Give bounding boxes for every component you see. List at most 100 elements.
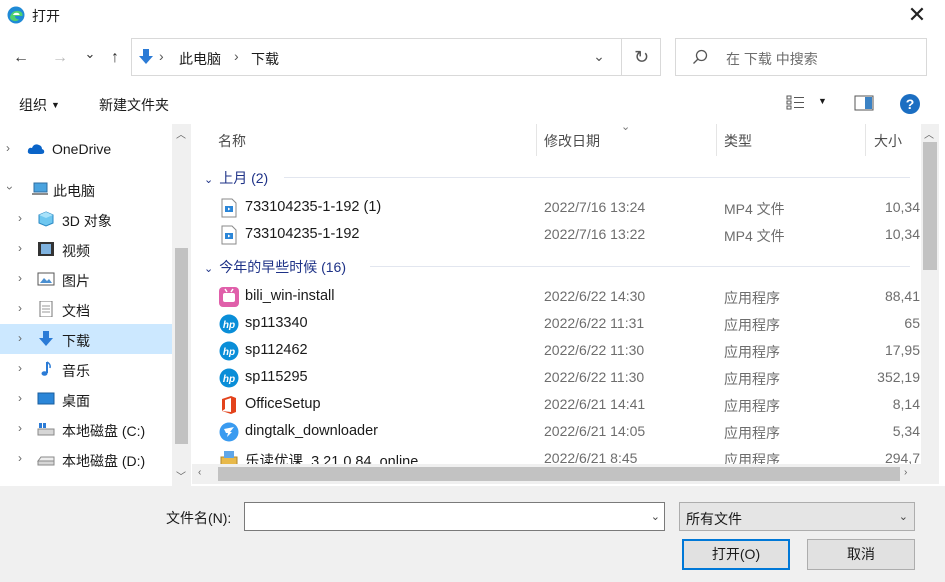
file-row[interactable]: bili_win-install 2022/6/22 14:30 应用程序 88… — [192, 283, 921, 310]
svg-text:hp: hp — [223, 347, 235, 358]
chevron-right-icon[interactable]: › — [18, 391, 22, 405]
tree-item-local-disk-d[interactable]: › 本地磁盘 (D:) — [0, 444, 172, 474]
file-size: 352,19 — [877, 369, 920, 385]
tree-item-documents[interactable]: › 文档 — [0, 294, 172, 324]
chevron-right-icon[interactable]: › — [18, 241, 22, 255]
file-name: OfficeSetup — [245, 396, 321, 412]
filename-input[interactable] — [245, 503, 635, 530]
drive-windows-icon — [37, 423, 55, 436]
tree-item-this-pc[interactable]: › 此电脑 — [0, 174, 172, 204]
group-header-earlier-this-year[interactable]: ⌄ 今年的早些时候 (16) — [204, 257, 346, 277]
tree-item-music[interactable]: › 音乐 — [0, 354, 172, 384]
cloud-icon — [27, 144, 45, 154]
chevron-down-icon[interactable]: ⌄ — [651, 510, 660, 523]
chevron-down-icon[interactable]: › — [3, 186, 17, 190]
chevron-right-icon[interactable]: › — [18, 451, 22, 465]
file-date: 2022/6/22 11:30 — [544, 369, 645, 385]
scroll-up-icon[interactable]: ︿ — [176, 126, 186, 141]
search-icon — [693, 49, 708, 64]
file-size: 65 — [904, 315, 920, 331]
scrollbar-thumb[interactable] — [218, 467, 900, 481]
refresh-button[interactable]: ↻ — [621, 39, 661, 75]
chevron-right-icon[interactable]: › — [18, 301, 22, 315]
file-name: 733104235-1-192 (1) — [245, 199, 382, 215]
navigation-pane-scrollbar[interactable]: ︿ ﹀ — [172, 124, 191, 486]
tree-item-videos[interactable]: › 视频 — [0, 234, 172, 264]
file-name: sp112462 — [245, 342, 308, 358]
chevron-down-icon[interactable]: ⌄ — [899, 510, 908, 523]
picture-icon — [37, 272, 55, 286]
filename-combobox[interactable]: ⌄ — [244, 502, 665, 531]
chevron-right-icon[interactable]: › — [18, 271, 22, 285]
file-row[interactable]: OfficeSetup 2022/6/21 14:41 应用程序 8,14 — [192, 391, 921, 418]
preview-pane-icon[interactable] — [854, 95, 874, 111]
tree-item-label: 3D 对象 — [62, 213, 112, 229]
group-divider — [370, 266, 910, 267]
tree-item-downloads[interactable]: › 下载 — [0, 324, 172, 354]
tree-item-onedrive[interactable]: › OneDrive — [0, 134, 172, 164]
chevron-right-icon[interactable]: › — [18, 211, 22, 225]
chevron-right-icon[interactable]: › — [6, 141, 10, 155]
column-divider[interactable] — [536, 124, 537, 156]
file-row[interactable]: 733104235-1-192 (1) 2022/7/16 13:24 MP4 … — [192, 194, 921, 221]
file-list-vertical-scrollbar[interactable]: ︿ — [921, 124, 939, 464]
group-header-last-month[interactable]: ⌄ 上月 (2) — [204, 168, 268, 188]
file-row[interactable]: hp sp115295 2022/6/22 11:30 应用程序 352,19 — [192, 364, 921, 391]
scroll-up-icon[interactable]: ︿ — [924, 126, 934, 141]
file-type-filter[interactable]: 所有文件 ⌄ — [679, 502, 915, 531]
tree-item-label: 桌面 — [62, 393, 90, 409]
open-button[interactable]: 打开(O) — [682, 539, 790, 570]
scroll-left-icon[interactable]: ‹ — [198, 467, 201, 478]
organize-menu[interactable]: 组织 ▼ — [19, 95, 60, 115]
file-size: 10,34 — [884, 226, 920, 242]
file-date: 2022/6/22 11:30 — [544, 342, 645, 358]
file-row[interactable]: dingtalk_downloader 2022/6/21 14:05 应用程序… — [192, 418, 921, 445]
view-options-icon[interactable] — [786, 95, 806, 111]
tree-item-pictures[interactable]: › 图片 — [0, 264, 172, 294]
file-name: 733104235-1-192 — [245, 226, 360, 242]
breadcrumb-this-pc[interactable]: 此电脑 — [179, 49, 221, 69]
column-header-date[interactable]: 修改日期 — [544, 124, 716, 156]
view-dropdown-icon[interactable]: ▼ — [818, 96, 827, 106]
back-button[interactable]: ← — [9, 46, 33, 70]
navigation-pane: › OneDrive › 此电脑 › 3D 对象 › 视频 › 图片 › 文档 … — [0, 124, 191, 486]
file-date: 2022/6/22 11:31 — [544, 315, 645, 331]
file-row[interactable]: 733104235-1-192 2022/7/16 13:22 MP4 文件 1… — [192, 221, 921, 248]
chevron-right-icon[interactable]: › — [18, 331, 22, 345]
column-header-type[interactable]: 类型 — [724, 124, 864, 156]
edge-app-icon — [7, 6, 25, 24]
scrollbar-thumb[interactable] — [175, 248, 188, 444]
chevron-down-icon[interactable]: ⌄ — [204, 263, 213, 275]
column-header-name[interactable]: 名称 — [218, 124, 536, 156]
file-type: 应用程序 — [724, 371, 780, 387]
file-list-horizontal-scrollbar[interactable]: ‹ › — [192, 464, 921, 484]
help-button[interactable]: ? — [900, 94, 920, 114]
tree-item-local-disk-c[interactable]: › 本地磁盘 (C:) — [0, 414, 172, 444]
chevron-right-icon[interactable]: › — [18, 361, 22, 375]
address-dropdown-button[interactable]: ⌄ — [587, 48, 611, 68]
column-divider[interactable] — [716, 124, 717, 156]
file-name: bili_win-install — [245, 288, 335, 304]
scrollbar-thumb[interactable] — [923, 142, 937, 270]
column-divider[interactable] — [865, 124, 866, 156]
file-row[interactable]: hp sp113340 2022/6/22 11:31 应用程序 65 — [192, 310, 921, 337]
file-type: 应用程序 — [724, 290, 780, 306]
chevron-down-icon[interactable]: ⌄ — [204, 174, 213, 186]
column-header-size[interactable]: 大小 — [874, 124, 920, 156]
recent-locations-button[interactable]: ⌄ — [78, 42, 102, 66]
scroll-right-icon[interactable]: › — [904, 467, 907, 478]
forward-button[interactable]: → — [48, 46, 72, 70]
tree-item-label: 音乐 — [62, 363, 90, 379]
close-button[interactable]: ✕ — [897, 2, 937, 28]
up-button[interactable]: ↑ — [103, 46, 127, 70]
address-bar[interactable]: › 此电脑 › 下载 ⌄ ↻ — [131, 38, 661, 76]
tree-item-3d-objects[interactable]: › 3D 对象 — [0, 204, 172, 234]
tree-item-desktop[interactable]: › 桌面 — [0, 384, 172, 414]
scroll-down-icon[interactable]: ﹀ — [176, 468, 186, 483]
chevron-right-icon[interactable]: › — [18, 421, 22, 435]
new-folder-button[interactable]: 新建文件夹 — [99, 95, 169, 115]
breadcrumb-downloads[interactable]: 下载 — [251, 49, 279, 69]
search-box[interactable]: 在 下载 中搜索 — [675, 38, 927, 76]
cancel-button[interactable]: 取消 — [807, 539, 915, 570]
file-row[interactable]: hp sp112462 2022/6/22 11:30 应用程序 17,95 — [192, 337, 921, 364]
